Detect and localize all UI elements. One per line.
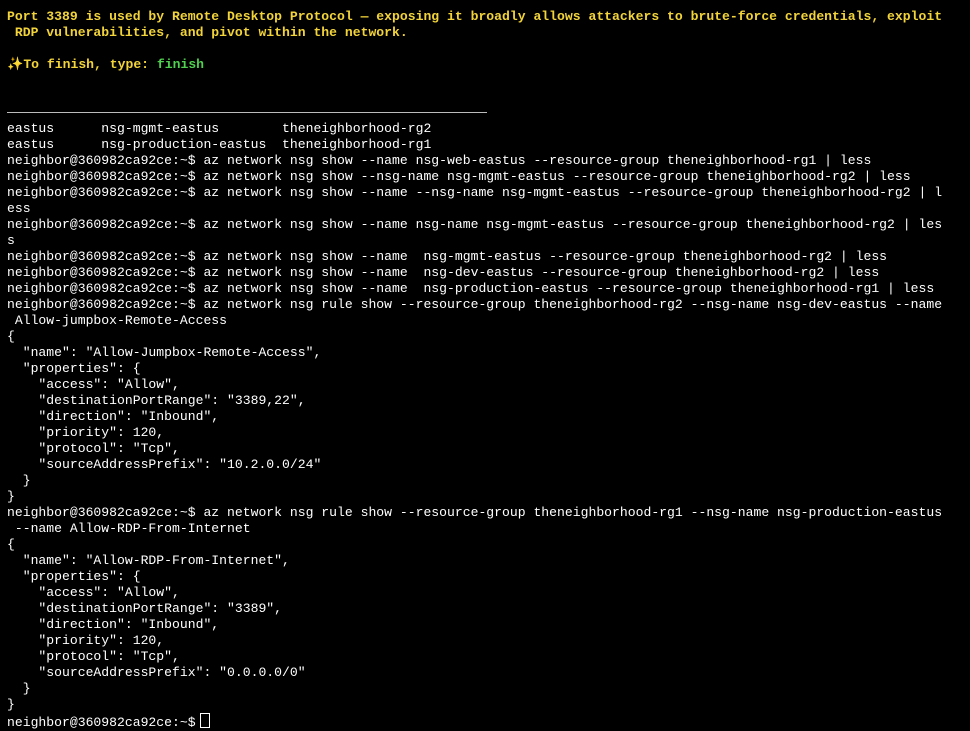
terminal-line: neighbor@360982ca92ce:~$ az network nsg …	[7, 153, 872, 168]
terminal-line: neighbor@360982ca92ce:~$ az network nsg …	[7, 217, 943, 232]
terminal-line: neighbor@360982ca92ce:~$ az network nsg …	[7, 185, 943, 200]
rdp-warning-message: Port 3389 is used by Remote Desktop Prot…	[7, 9, 943, 40]
terminal-line: "direction": "Inbound",	[7, 409, 220, 424]
finish-prefix: To finish, type:	[23, 57, 157, 72]
terminal-line: eastus nsg-mgmt-eastus theneighborhood-r…	[7, 121, 432, 136]
pane-divider[interactable]	[7, 112, 487, 113]
instruction-pane: Port 3389 is used by Remote Desktop Prot…	[7, 9, 967, 73]
terminal-line: "priority": 120,	[7, 425, 165, 440]
terminal-line: "properties": {	[7, 569, 141, 584]
terminal-line: neighbor@360982ca92ce:~$ az network nsg …	[7, 505, 943, 520]
terminal-line: "protocol": "Tcp",	[7, 649, 180, 664]
terminal-line: {	[7, 329, 15, 344]
terminal-line: eastus nsg-production-eastus theneighbor…	[7, 137, 432, 152]
terminal-line: "destinationPortRange": "3389,22",	[7, 393, 306, 408]
terminal-line: }	[7, 681, 31, 696]
terminal-line: neighbor@360982ca92ce:~$ az network nsg …	[7, 281, 935, 296]
terminal-line: "access": "Allow",	[7, 585, 180, 600]
terminal-line: "sourceAddressPrefix": "10.2.0.0/24"	[7, 457, 322, 472]
terminal-line: "destinationPortRange": "3389",	[7, 601, 283, 616]
terminal-line: "protocol": "Tcp",	[7, 441, 180, 456]
shell-prompt: neighbor@360982ca92ce:~$	[7, 715, 196, 730]
terminal-output[interactable]: eastus nsg-mgmt-eastus theneighborhood-r…	[7, 121, 969, 730]
finish-instruction: ✨To finish, type: finish	[7, 57, 967, 73]
terminal-line: neighbor@360982ca92ce:~$ az network nsg …	[7, 249, 888, 264]
text-cursor[interactable]	[199, 713, 210, 728]
terminal-line: "access": "Allow",	[7, 377, 180, 392]
terminal-line: "direction": "Inbound",	[7, 617, 220, 632]
terminal-line: --name Allow-RDP-From-Internet	[7, 521, 251, 536]
terminal-line: s	[7, 233, 15, 248]
terminal-line: neighbor@360982ca92ce:~$ az network nsg …	[7, 169, 911, 184]
terminal-line: "name": "Allow-RDP-From-Internet",	[7, 553, 290, 568]
output-lines: eastus nsg-mgmt-eastus theneighborhood-r…	[7, 121, 969, 713]
terminal-line: neighbor@360982ca92ce:~$ az network nsg …	[7, 265, 880, 280]
terminal-line: }	[7, 489, 15, 504]
terminal-window[interactable]: Port 3389 is used by Remote Desktop Prot…	[0, 0, 970, 730]
terminal-line: ess	[7, 201, 31, 216]
terminal-line: "sourceAddressPrefix": "0.0.0.0/0"	[7, 665, 306, 680]
terminal-line: {	[7, 537, 15, 552]
terminal-line: "priority": 120,	[7, 633, 165, 648]
terminal-line: }	[7, 473, 31, 488]
terminal-line: "properties": {	[7, 361, 141, 376]
terminal-line: "name": "Allow-Jumpbox-Remote-Access",	[7, 345, 322, 360]
finish-command: finish	[156, 57, 205, 72]
sparkles-icon: ✨	[7, 57, 24, 72]
terminal-line: Allow-jumpbox-Remote-Access	[7, 313, 228, 328]
terminal-line: neighbor@360982ca92ce:~$ az network nsg …	[7, 297, 943, 312]
terminal-line: }	[7, 697, 15, 712]
